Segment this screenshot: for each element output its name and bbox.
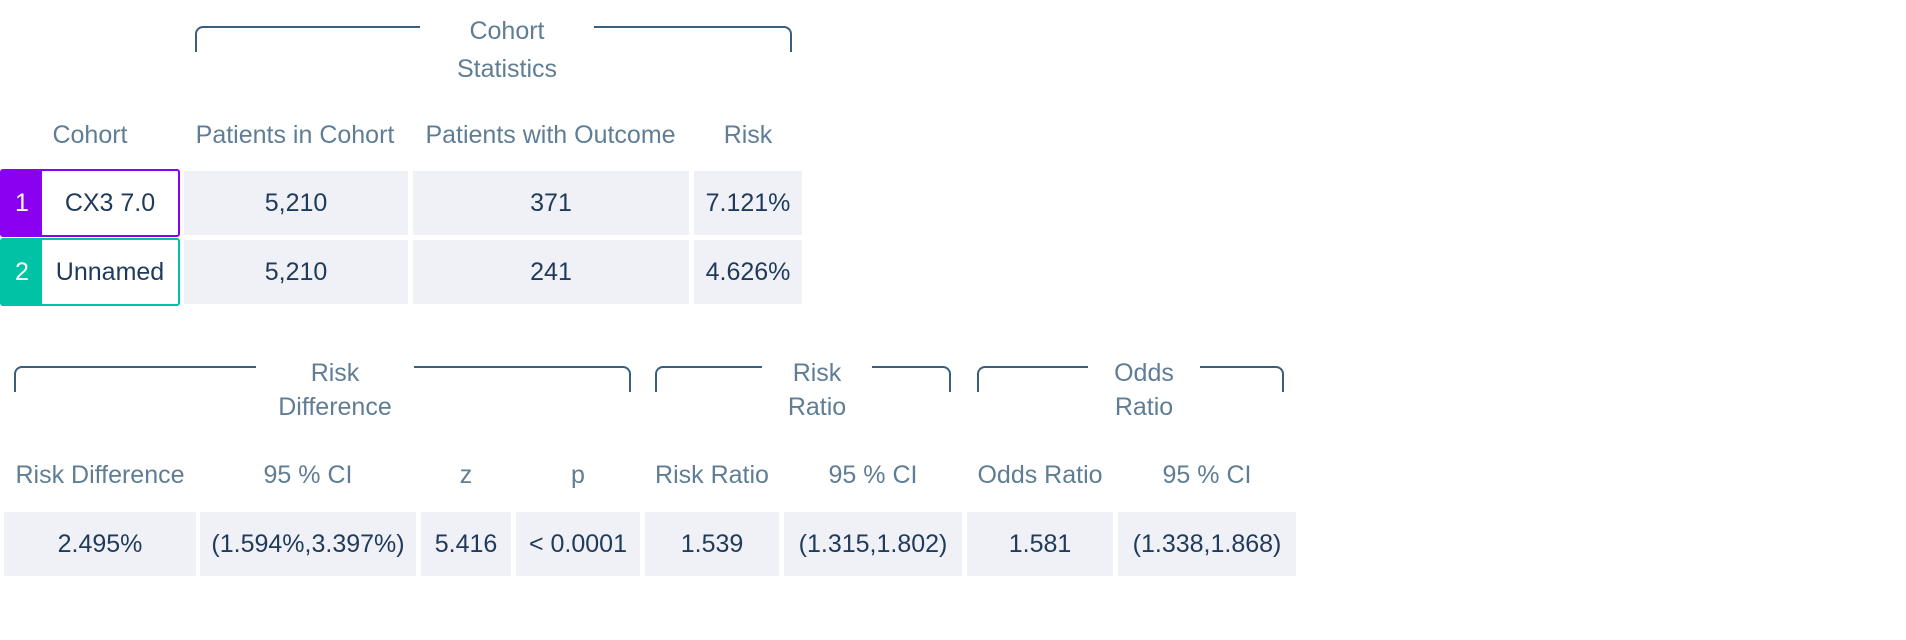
col-header-cohort: Cohort (52, 121, 128, 149)
col-header-patients-in-cohort: Patients in Cohort (195, 121, 395, 149)
cohort-name: CX3 7.0 (64, 188, 156, 217)
cohort-statistics-title-line1: Cohort (469, 17, 545, 45)
risk-ratio-title-line2: Ratio (787, 393, 847, 421)
col-header-risk-difference: Risk Difference (15, 461, 185, 489)
col-header-rd-ci: 95 % CI (263, 461, 353, 489)
p-value: < 0.0001 (516, 512, 640, 576)
col-header-or-ci: 95 % CI (1162, 461, 1252, 489)
col-header-patients-with-outcome: Patients with Outcome (425, 121, 676, 149)
risk-difference-group-title: Risk Difference (256, 354, 414, 426)
col-header-p: p (571, 461, 585, 489)
odds-ratio-title-line2: Ratio (1114, 393, 1174, 421)
cohort-chip-2[interactable]: 2 Unnamed (0, 238, 180, 306)
risk-ratio-value: 1.539 (645, 512, 779, 576)
odds-ratio-value: 1.581 (967, 512, 1113, 576)
cohort-chip-1[interactable]: 1 CX3 7.0 (0, 169, 180, 237)
patients-in-cohort-cell: 5,210 (184, 240, 408, 304)
z-value: 5.416 (421, 512, 511, 576)
col-header-rr-ci: 95 % CI (828, 461, 918, 489)
col-header-odds-ratio: Odds Ratio (977, 461, 1103, 489)
odds-ratio-title-line1: Odds (1114, 359, 1174, 387)
col-header-z: z (459, 461, 473, 489)
patients-with-outcome-cell: 371 (413, 171, 689, 235)
risk-cell: 7.121% (694, 171, 802, 235)
risk-difference-title-line1: Risk (310, 359, 360, 387)
risk-ratio-title-line1: Risk (792, 359, 842, 387)
col-header-risk-ratio: Risk Ratio (655, 461, 769, 489)
risk-ratio-group-title: Risk Ratio (762, 354, 872, 426)
patients-in-cohort-cell: 5,210 (184, 171, 408, 235)
risk-difference-value: 2.495% (4, 512, 196, 576)
risk-ratio-ci-value: (1.315,1.802) (784, 512, 962, 576)
cohort-statistics-group-title: Cohort Statistics (420, 12, 594, 88)
cohort-statistics-title-line2: Statistics (456, 55, 558, 83)
odds-ratio-group-title: Odds Ratio (1088, 354, 1200, 426)
odds-ratio-ci-value: (1.338,1.868) (1118, 512, 1296, 576)
risk-cell: 4.626% (694, 240, 802, 304)
cohort-index-badge: 1 (2, 171, 42, 235)
patients-with-outcome-cell: 241 (413, 240, 689, 304)
risk-difference-ci-value: (1.594%,3.397%) (200, 512, 416, 576)
cohort-name: Unnamed (55, 257, 165, 286)
col-header-risk: Risk (723, 121, 773, 149)
risk-difference-title-line2: Difference (278, 393, 392, 421)
cohort-index-badge: 2 (2, 240, 42, 304)
